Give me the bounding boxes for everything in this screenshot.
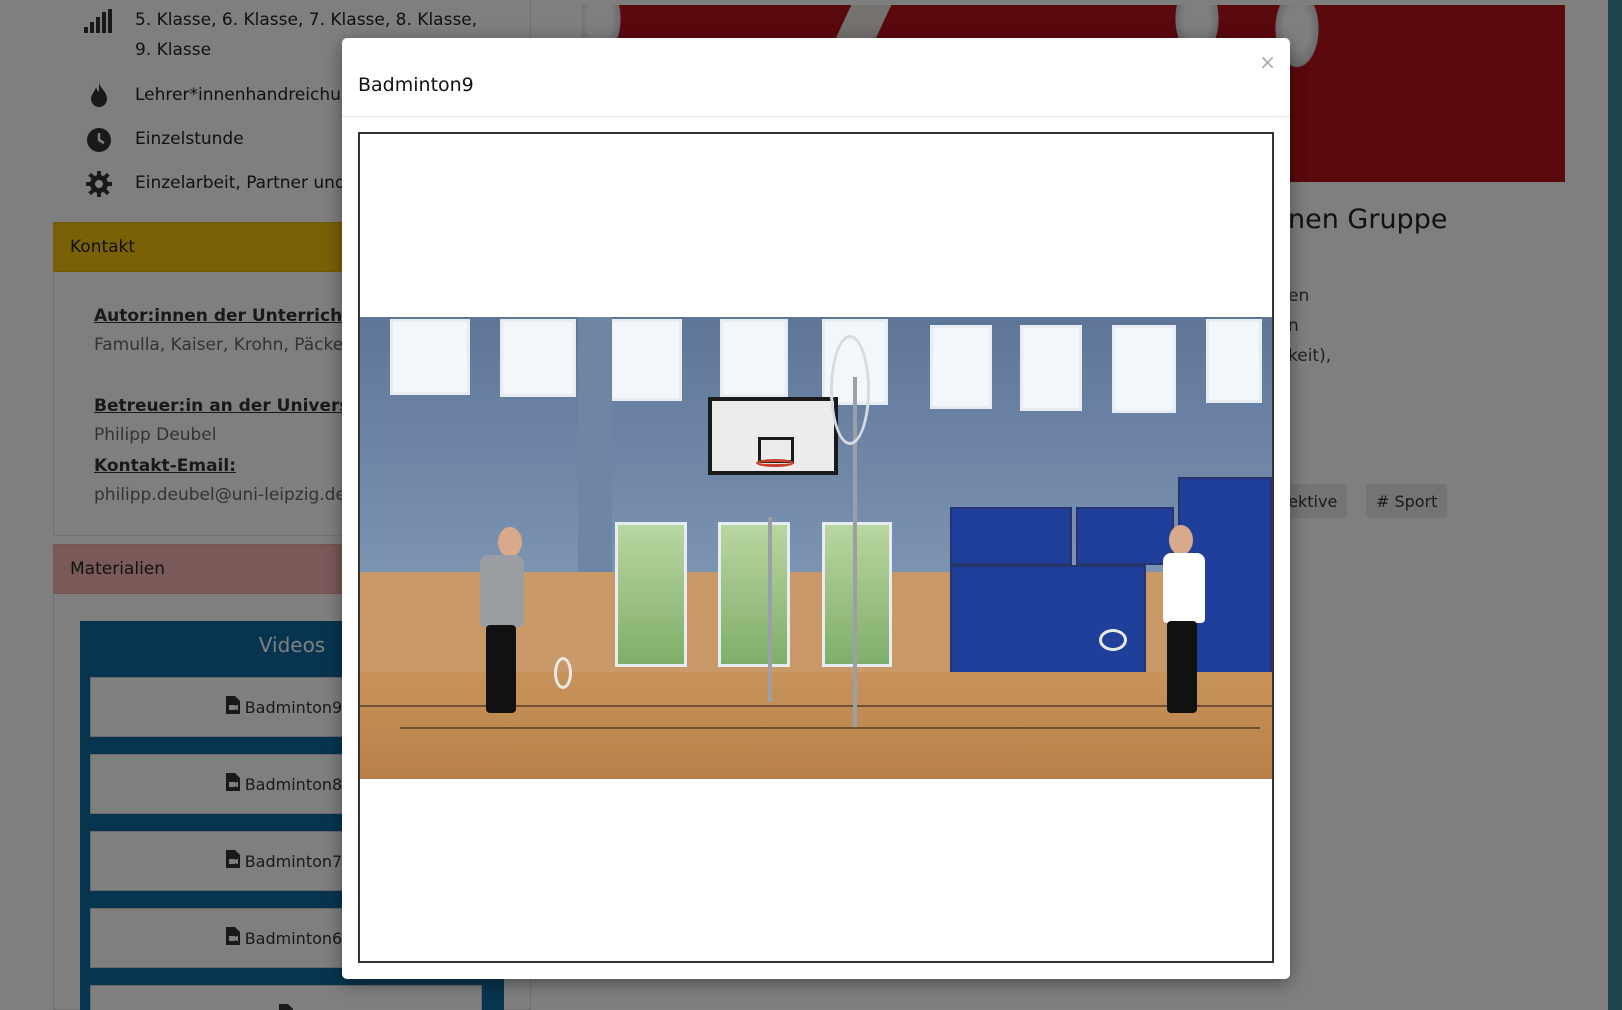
gym-window [1206, 319, 1262, 403]
gym-window-lower [615, 522, 687, 667]
player-shirt [480, 555, 524, 627]
target-ring [830, 335, 870, 445]
gym-mat [950, 507, 1072, 565]
net-pole [768, 517, 772, 702]
player-shirt [1163, 553, 1205, 623]
gym-window [930, 325, 992, 409]
gym-window [720, 319, 788, 397]
court-line [400, 727, 1260, 729]
player-legs [486, 625, 516, 713]
gym-window [390, 319, 470, 395]
gym-window [610, 319, 682, 401]
player-head [498, 527, 522, 557]
video-modal: Badminton9 × [342, 38, 1290, 979]
gym-window-lower [822, 522, 892, 667]
gym-window [1020, 325, 1082, 411]
racket [554, 657, 572, 689]
gym-mat [1076, 507, 1174, 565]
gym-window [500, 319, 576, 397]
close-icon[interactable]: × [1259, 50, 1276, 74]
video-player[interactable] [358, 132, 1274, 963]
gym-window [1112, 325, 1176, 413]
racket [1099, 629, 1127, 651]
gym-window-lower [718, 522, 790, 667]
modal-title: Badminton9 [358, 74, 474, 96]
video-still-frame [360, 317, 1272, 779]
modal-header: Badminton9 × [342, 38, 1290, 117]
basketball-hoop [756, 459, 794, 467]
player-head [1169, 525, 1193, 555]
player-legs [1167, 621, 1197, 713]
